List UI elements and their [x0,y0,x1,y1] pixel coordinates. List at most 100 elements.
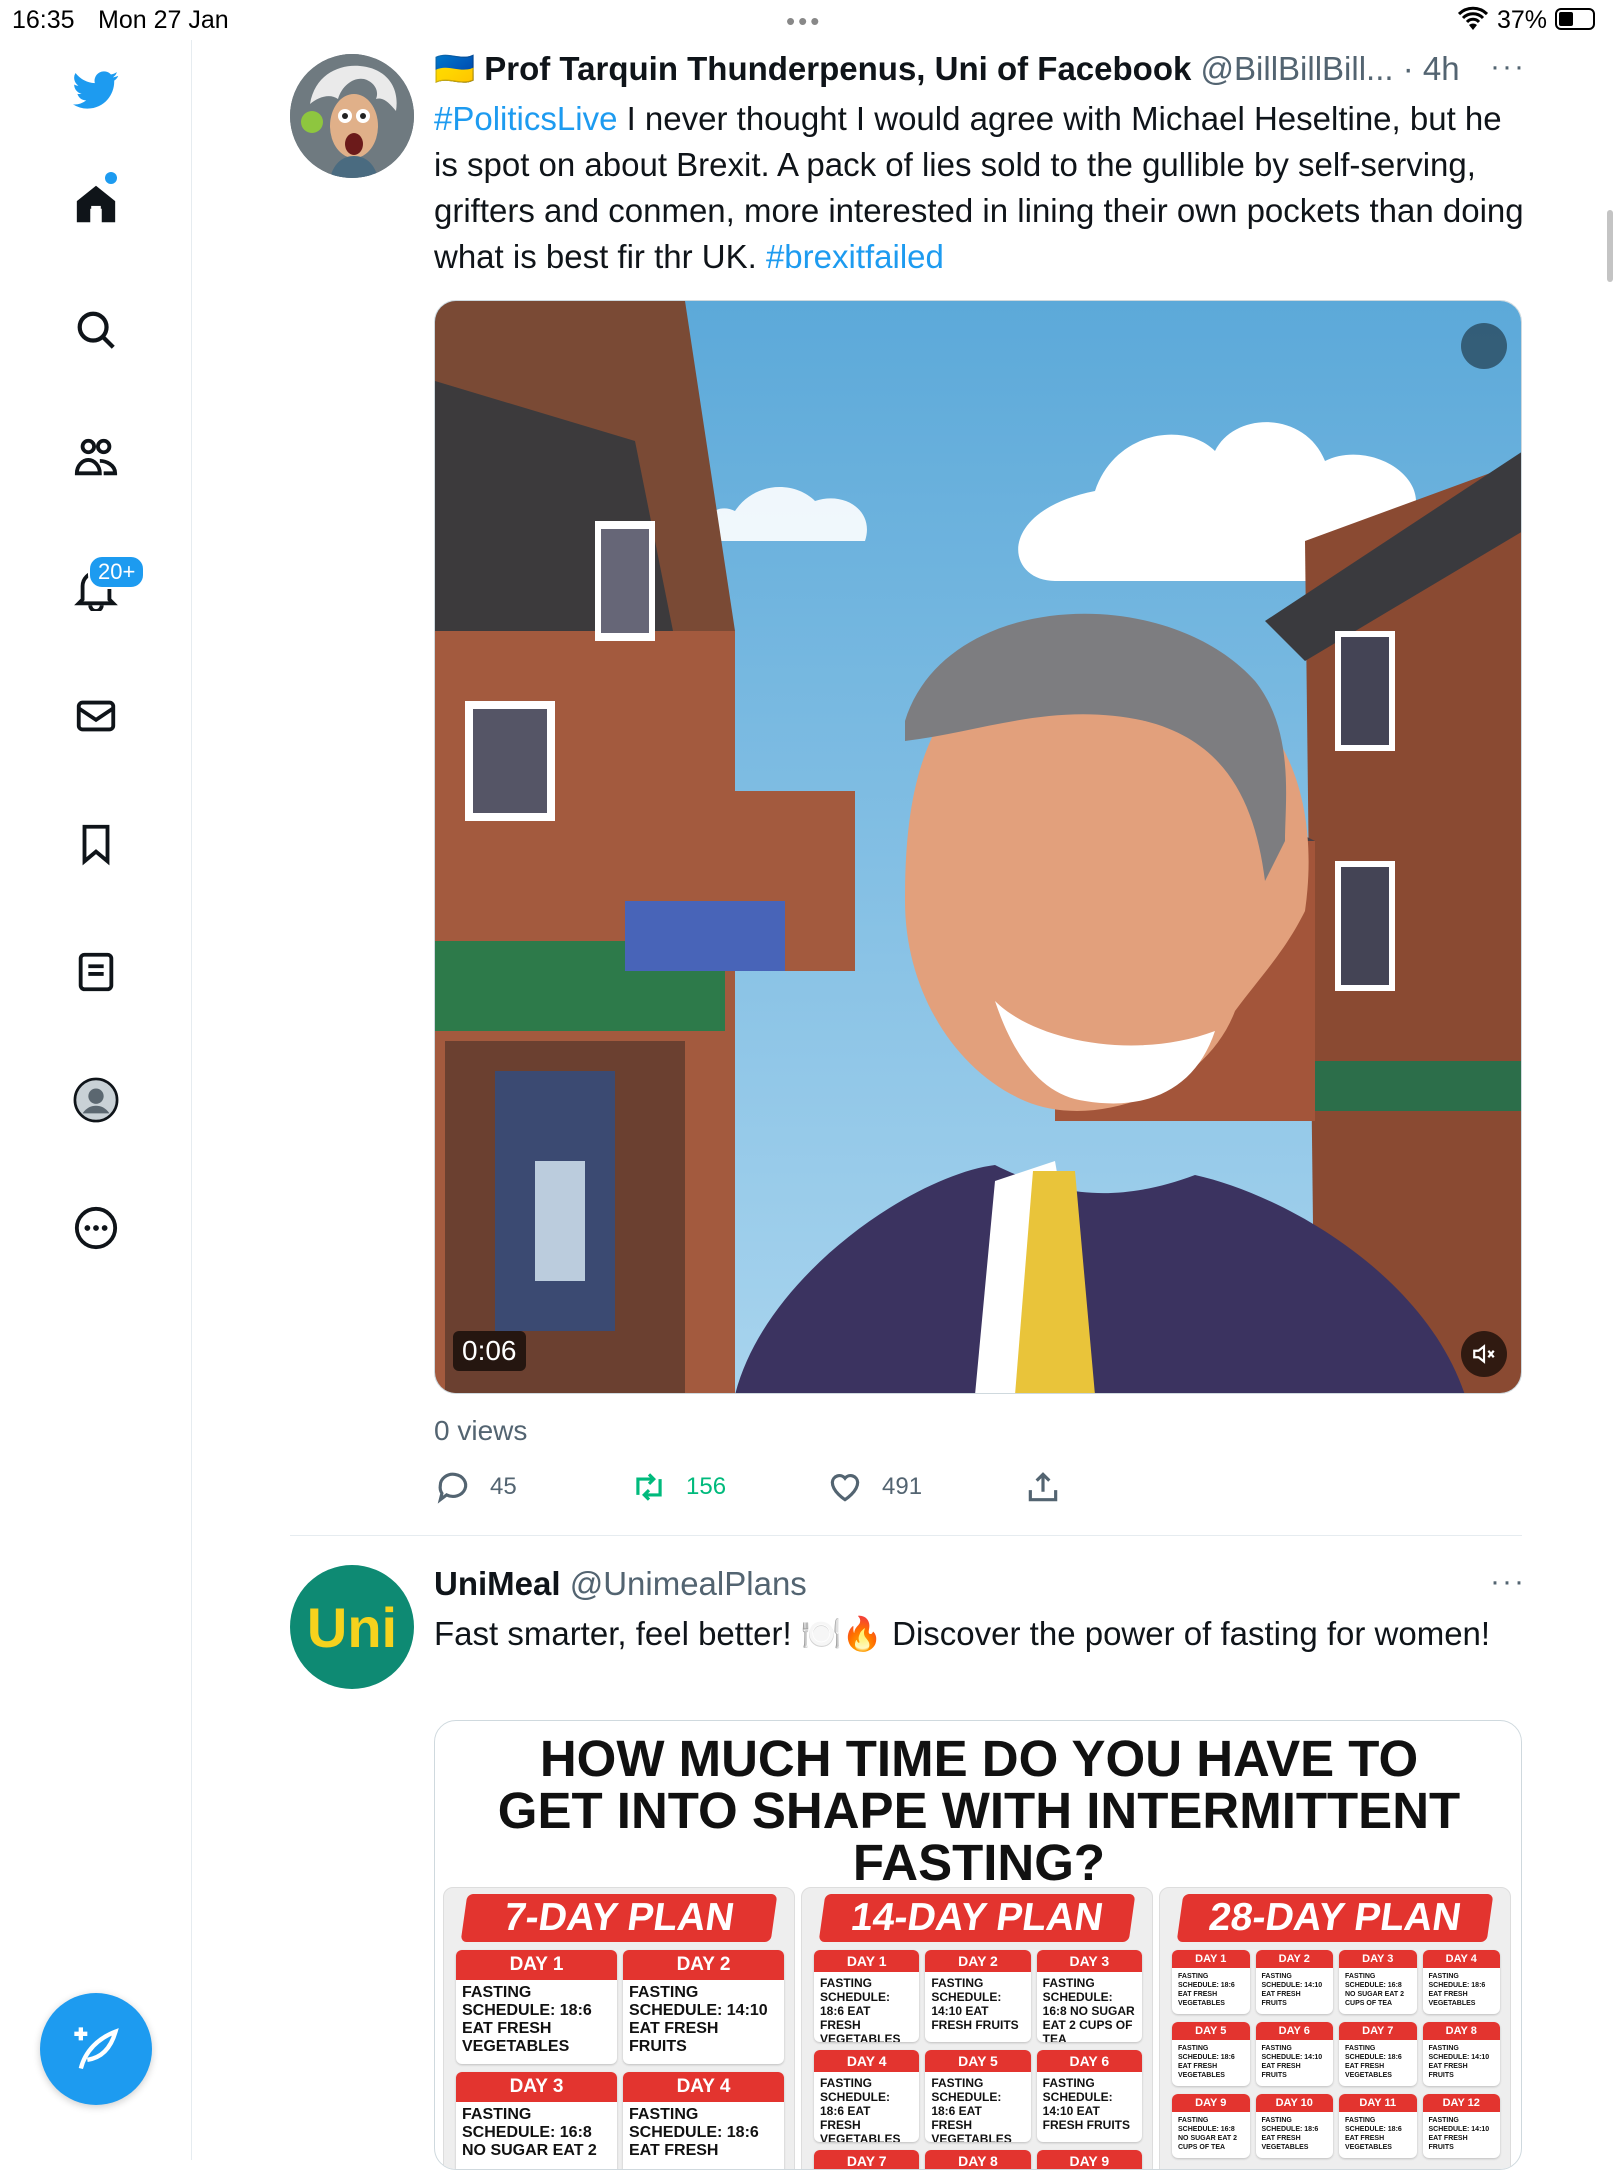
day-label: DAY 8 [925,2150,1031,2169]
tweet-video[interactable]: 0:06 [434,300,1522,1394]
plan-day-card: DAY 1 FASTING SCHEDULE: 18:6 EAT FRESH VE… [1172,1950,1250,2014]
more-options-icon[interactable] [68,1200,124,1256]
day-label: DAY 6 [1255,2022,1333,2040]
plan-day-card: DAY 2 FASTING SCHEDULE: 14:10 EAT FRESH F… [1255,1950,1333,2014]
bookmarks-icon[interactable] [68,816,124,872]
unimeal-logo-text: Uni [306,1595,398,1659]
day-text: FASTING SCHEDULE: 14:10 EAT FRESH FRUITS [629,1984,768,2055]
home-icon[interactable] [68,176,124,232]
multitasking-dots[interactable]: ••• [786,6,822,37]
day-text: FASTING SCHEDULE: 16:8 NO SUGAR EAT 2 [462,2106,597,2159]
compose-tweet-button[interactable] [40,1993,152,2105]
twitter-logo-icon[interactable] [68,62,124,118]
plan-panel: 28-DAY PLAN DAY 1 FASTING SCHEDULE: 18:6 E… [1159,1887,1511,2169]
day-text: FASTING SCHEDULE: 18:6 EAT FRESH VEGETAB… [820,2076,901,2142]
battery-percent: 37% [1497,6,1548,34]
day-label: DAY 3 [456,2072,617,2102]
reply-button[interactable]: 45 [434,1468,517,1506]
search-icon[interactable] [68,302,124,358]
day-label: DAY 2 [623,1950,784,1980]
day-label: DAY 1 [456,1950,617,1980]
plan-day-card: DAY 9 FASTING SCHEDULE: 16:8 NO SUGAR EAT… [1172,2094,1250,2158]
share-icon [1028,1472,1058,1502]
user-display-name[interactable]: Prof Tarquin Thunderpenus, Uni of Facebo… [484,50,1191,87]
tweet-divider [290,1535,1522,1536]
like-count: 491 [882,1473,923,1500]
ukraine-flag-emoji: 🇺🇦 [434,50,476,87]
tweet-header: 🇺🇦 Prof Tarquin Thunderpenus, Uni of Fac… [434,50,1460,89]
day-label: DAY 7 [1339,2022,1417,2040]
day-label: DAY 9 [1036,2150,1142,2169]
day-label: DAY 4 [814,2050,920,2072]
profile-icon[interactable] [68,1072,124,1128]
day-label: DAY 1 [814,1950,920,1972]
user-avatar[interactable] [290,54,414,178]
retweet-button[interactable]: 156 [630,1468,726,1506]
day-text: FASTING SCHEDULE: 18:6 EAT FRESH VEGETAB… [1261,2117,1319,2151]
communities-icon[interactable] [68,430,124,486]
tweet-more-button[interactable]: ··· [1490,1565,1526,1599]
messages-icon[interactable] [68,688,124,744]
reply-icon [437,1472,468,1504]
plan-day-card: DAY 9 [1036,2150,1142,2169]
day-label: DAY 9 [1172,2094,1250,2112]
tweet-header: UniMeal @UnimealPlans [434,1565,807,1603]
day-text: FASTING SCHEDULE: 18:6 EAT FRESH VEGETAB… [1178,1973,1235,2007]
heart-icon [830,1474,860,1502]
day-label: DAY 3 [1339,1950,1417,1968]
lists-icon[interactable] [68,944,124,1000]
plan-day-card: DAY 11 FASTING SCHEDULE: 18:6 EAT FRESH V… [1339,2094,1417,2158]
tweet-image[interactable]: HOW MUCH TIME DO YOU HAVE TO GET INTO SH… [434,1720,1522,2170]
tweet-time[interactable]: · 4h [1403,50,1460,87]
captions-icon[interactable] [1461,323,1507,369]
plan-day-card: DAY 3 FASTING SCHEDULE: 16:8 NO SUGAR EAT… [456,2072,617,2169]
plan-day-card: DAY 4 FASTING SCHEDULE: 18:6 EAT FRESH [623,2072,784,2169]
day-label: DAY 2 [1255,1950,1333,1968]
notifications-badge: 20+ [88,555,146,589]
hashtag-link[interactable]: #PoliticsLive [434,100,617,137]
view-count: 0 views [434,1415,528,1446]
plan-day-card: DAY 7 [814,2150,920,2169]
day-label: DAY 4 [623,2072,784,2102]
day-label: DAY 10 [1255,2094,1333,2112]
day-text: FASTING SCHEDULE: 18:6 EAT FRESH VEGETAB… [462,1984,592,2055]
day-label: DAY 5 [1172,2022,1250,2040]
video-duration: 0:06 [453,1331,526,1371]
plan-day-card: DAY 1 FASTING SCHEDULE: 18:6 EAT FRESH VE… [456,1950,617,2064]
day-label: DAY 7 [814,2150,920,2169]
day-label: DAY 5 [925,2050,1031,2072]
plan-panel: 7-DAY PLAN DAY 1 FASTING SCHEDULE: 18:6 EA… [443,1887,795,2169]
day-text: FASTING SCHEDULE: 16:8 NO SUGAR EAT 2 CU… [1345,1973,1404,2007]
like-button[interactable]: 491 [826,1468,922,1506]
home-unread-dot [105,172,117,184]
plan-panel: 14-DAY PLAN DAY 1 FASTING SCHEDULE: 18:6 E… [801,1887,1153,2169]
video-frame-image [435,301,1521,1393]
plan-day-card: DAY 5 FASTING SCHEDULE: 18:6 EAT FRESH VE… [1172,2022,1250,2086]
day-text: FASTING SCHEDULE: 18:6 EAT FRESH VEGETAB… [1428,1973,1486,2007]
plan-day-card: DAY 2 FASTING SCHEDULE: 14:10 EAT FRESH F… [623,1950,784,2064]
unimeal-avatar[interactable]: Uni [290,1565,414,1689]
day-text: FASTING SCHEDULE: 18:6 EAT FRESH VEGETAB… [820,1976,901,2042]
user-handle[interactable]: @BillBillBill... [1201,50,1394,87]
tweet-text: #PoliticsLive I never thought I would ag… [434,96,1524,280]
day-text: FASTING SCHEDULE: 18:6 EAT FRESH VEGETAB… [1178,2045,1235,2079]
plan-day-card: DAY 3 FASTING SCHEDULE: 16:8 NO SUGAR EAT… [1339,1950,1417,2014]
mute-icon[interactable] [1461,1331,1507,1377]
plan-day-card: DAY 6 FASTING SCHEDULE: 14:10 EAT FRESH F… [1036,2050,1142,2142]
day-text: FASTING SCHEDULE: 16:8 NO SUGAR EAT 2 CU… [1178,2117,1237,2151]
share-button[interactable] [1024,1468,1062,1506]
plan-day-card: DAY 7 FASTING SCHEDULE: 18:6 EAT FRESH VE… [1339,2022,1417,2086]
tweet-more-button[interactable]: ··· [1490,50,1526,84]
status-bar: 16:35 Mon 27 Jan ••• 37% [0,0,1620,40]
user-handle[interactable]: @UnimealPlans [570,1565,807,1602]
plan-day-card: DAY 8 FASTING SCHEDULE: 14:10 EAT FRESH F… [1422,2022,1500,2086]
hashtag-link[interactable]: #brexitfailed [766,238,944,275]
plan-title: 28-DAY PLAN [1176,1894,1494,1942]
plan-day-card: DAY 3 FASTING SCHEDULE: 16:8 NO SUGAR EAT… [1036,1950,1142,2042]
user-display-name[interactable]: UniMeal [434,1565,561,1602]
day-label: DAY 8 [1422,2022,1500,2040]
scrollbar[interactable] [1607,210,1613,282]
reply-count: 45 [490,1473,517,1500]
day-label: DAY 12 [1422,2094,1500,2112]
plan-day-card: DAY 4 FASTING SCHEDULE: 18:6 EAT FRESH VE… [1422,1950,1500,2014]
